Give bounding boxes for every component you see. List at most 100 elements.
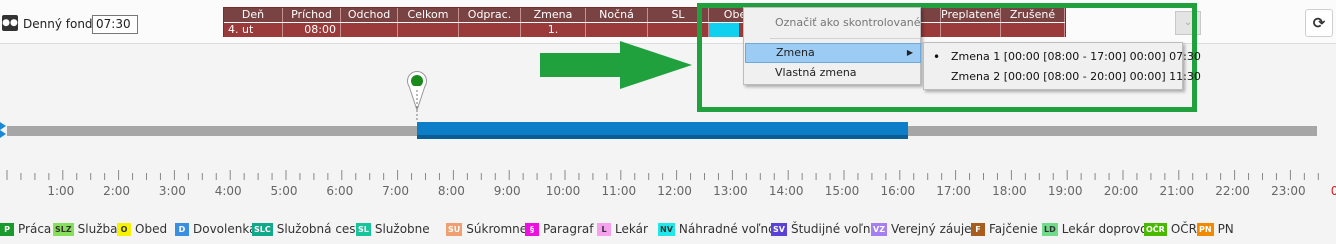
- legend-item: SLZ Služba: [53, 220, 118, 238]
- legend-item: LD Lekár doprovod: [1042, 220, 1155, 238]
- legend-swatch: O: [117, 223, 131, 236]
- legend-item: NV Náhradné voľno: [658, 220, 775, 238]
- legend-item: D Dovolenka: [175, 220, 256, 238]
- legend-item: P Práca: [0, 220, 51, 238]
- legend-item: VZ Verejný záujem: [871, 220, 983, 238]
- tick-label: 13:00: [713, 184, 748, 198]
- legend-swatch: SLZ: [53, 223, 74, 236]
- menu-item-zmena[interactable]: Zmena ▶: [745, 43, 921, 63]
- legend-item: OČR OČR: [1144, 220, 1197, 238]
- tick-label: 11:00: [601, 184, 637, 198]
- submenu-item-label: Zmena 2 [00:00 [08:00 - 20:00] 00:00] 11…: [951, 70, 1201, 83]
- grid-value-cell: [459, 23, 521, 37]
- tick-label: 18:00: [992, 184, 1027, 198]
- tick-label: 6:00: [326, 184, 354, 198]
- legend-item: O Obed: [117, 220, 167, 238]
- legend-label: Dovolenka: [193, 222, 257, 236]
- legend-item: SV Študijné voľno: [771, 220, 878, 238]
- legend-item: SU Súkromne: [446, 220, 527, 238]
- legend-item: SL Služobne: [356, 220, 430, 238]
- legend-swatch: SU: [446, 223, 463, 236]
- legend-label: Služobná cesta: [276, 222, 368, 236]
- legend-item: L Lekár: [597, 220, 648, 238]
- tick-label: 7:00: [382, 184, 410, 198]
- legend-item: F Fajčenie: [971, 220, 1038, 238]
- tick-label: 15:00: [824, 184, 860, 198]
- legend-label: Práca: [18, 222, 52, 236]
- submenu-item-label: Zmena 1 [00:00 [08:00 - 17:00] 00:00] 07…: [951, 50, 1201, 63]
- legend-item: § Paragraf: [525, 220, 593, 238]
- grid-header-cell: Zmena: [521, 8, 586, 22]
- tick-label: 14:00: [768, 184, 804, 198]
- shift-submenu: • Zmena 1 [00:00 [08:00 - 17:00] 00:00] …: [923, 42, 1201, 90]
- timeline-shift-bar[interactable]: [417, 122, 908, 139]
- legend-item: SLC Služobná cesta: [252, 220, 368, 238]
- legend-label: OČR: [1170, 222, 1198, 236]
- legend-swatch: P: [0, 223, 14, 236]
- fond-label: Denný fond:: [23, 17, 97, 31]
- tick-label: 4:00: [214, 184, 242, 198]
- grid-value-cell: 4. ut: [224, 23, 283, 37]
- refresh-icon[interactable]: ⟳: [1305, 9, 1333, 37]
- tick-label: 0:00: [1330, 184, 1336, 198]
- tick-label: 5:00: [270, 184, 298, 198]
- legend-swatch: SL: [356, 223, 371, 236]
- submenu-arrow-icon: ▶: [906, 48, 913, 57]
- legend-swatch: LD: [1042, 223, 1058, 236]
- legend-label: Verejný záujem: [891, 222, 984, 236]
- grid-value-cell: 1.: [521, 23, 586, 37]
- legend-label: Náhradné voľno: [678, 222, 776, 236]
- fond-input[interactable]: 07:30: [92, 15, 138, 34]
- legend-label: Študijné voľno: [790, 222, 878, 236]
- tick-label: 9:00: [493, 184, 521, 198]
- selected-bullet-icon: •: [933, 50, 941, 64]
- timeline-ruler: [6, 170, 1319, 180]
- legend-label: Lekár: [615, 222, 648, 236]
- legend-swatch: SV: [771, 223, 787, 236]
- grid-header-cell: Nočná: [586, 8, 648, 22]
- grid-value-cell: 08:00: [283, 23, 341, 37]
- grid-header-cell: Odchod: [341, 8, 398, 22]
- legend-swatch: OČR: [1144, 223, 1167, 236]
- submenu-item-shift-1[interactable]: • Zmena 1 [00:00 [08:00 - 17:00] 00:00] …: [925, 47, 1201, 67]
- tick-label: 21:00: [1159, 184, 1195, 198]
- tick-label: 3:00: [158, 184, 186, 198]
- time-marker-pin-icon[interactable]: [406, 70, 428, 120]
- tick-label: 19:00: [1047, 184, 1083, 198]
- legend: P Práca SLZ Služba O Obed D Dovolenka SLC Služobn…: [0, 220, 1336, 238]
- legend-swatch: SLC: [252, 223, 273, 236]
- submenu-item-shift-2[interactable]: Zmena 2 [00:00 [08:00 - 20:00] 00:00] 11…: [925, 67, 1201, 87]
- tick-label: 2:00: [103, 184, 131, 198]
- legend-swatch: §: [525, 223, 539, 236]
- legend-label: Obed: [135, 222, 168, 236]
- grid-value-cell: [341, 23, 398, 37]
- tick-label: 22:00: [1215, 184, 1250, 198]
- legend-label: Služobne: [374, 222, 430, 236]
- grid-value-cell: [398, 23, 459, 37]
- legend-label: Súkromne: [466, 222, 528, 236]
- legend-label: Služba: [77, 222, 118, 236]
- people-icon[interactable]: ●●: [2, 15, 18, 31]
- legend-label: Lekár doprovod: [1061, 222, 1156, 236]
- grid-header-cell: Deň: [224, 8, 283, 22]
- grid-header-cell: Príchod: [283, 8, 341, 22]
- legend-label: Paragraf: [543, 222, 594, 236]
- legend-label: PN: [1217, 222, 1234, 236]
- legend-swatch: D: [175, 223, 189, 236]
- tick-label: 10:00: [545, 184, 581, 198]
- grid-header-cell: Celkom: [398, 8, 459, 22]
- tick-label: 1:00: [47, 184, 75, 198]
- tick-label: 12:00: [657, 184, 692, 198]
- grid-value-cell: [586, 23, 648, 37]
- annotation-arrow-icon: [540, 41, 692, 89]
- context-menu: Označiť ako skontrolované Zmena ▶ Vlastn…: [743, 7, 921, 85]
- legend-swatch: F: [971, 223, 985, 236]
- timeline-start-marker-icon: [0, 122, 6, 138]
- legend-swatch: PN: [1197, 223, 1214, 236]
- tick-label: 17:00: [936, 184, 971, 198]
- menu-item-mark-checked[interactable]: Označiť ako skontrolované: [745, 13, 921, 33]
- legend-swatch: L: [597, 223, 611, 236]
- menu-item-custom-shift[interactable]: Vlastná zmena: [745, 63, 921, 83]
- menu-separator: [770, 38, 920, 39]
- legend-swatch: NV: [658, 223, 675, 236]
